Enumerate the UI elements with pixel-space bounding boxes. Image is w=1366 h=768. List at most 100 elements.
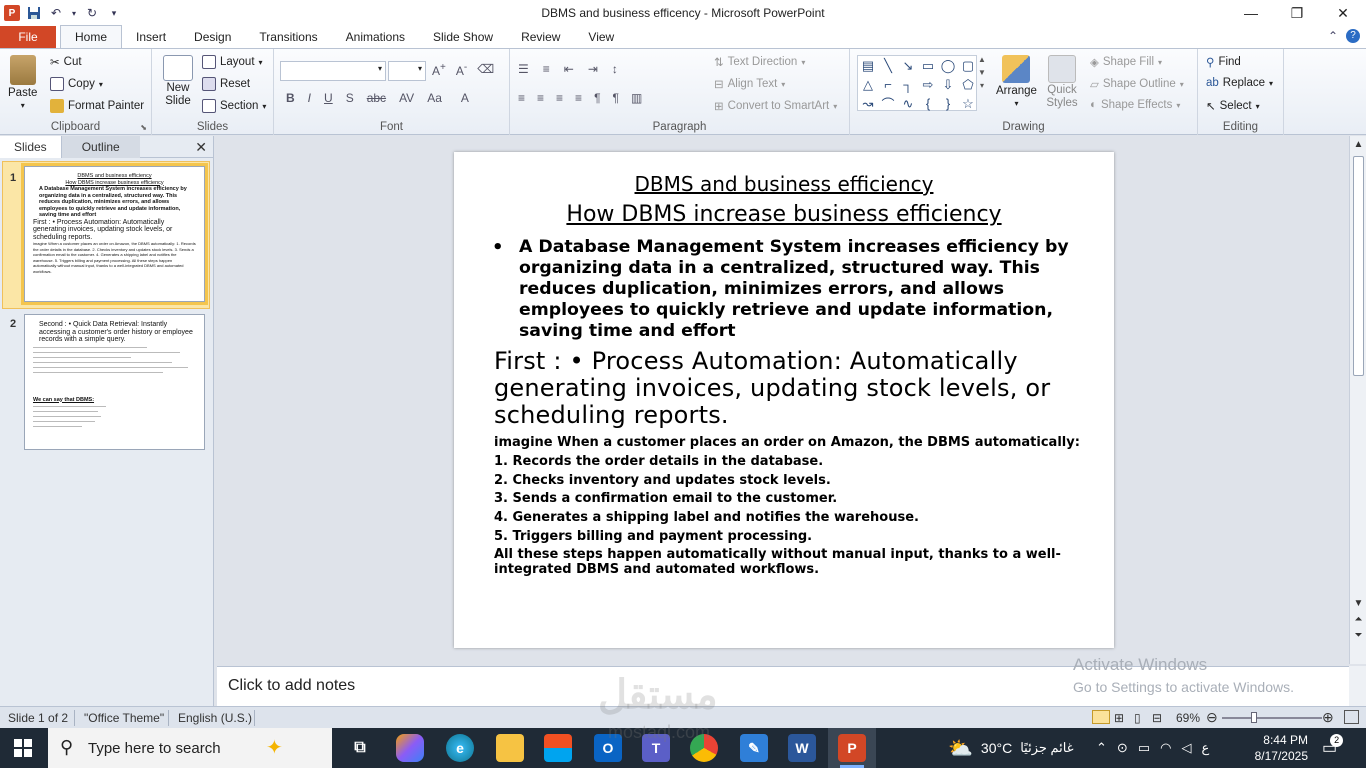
powerpoint-app-icon[interactable]: P xyxy=(4,5,20,21)
brace-left-shape-icon[interactable]: { xyxy=(918,94,938,113)
down-arrow-shape-icon[interactable]: ⇩ xyxy=(938,75,958,94)
customize-qat-icon[interactable]: ▾ xyxy=(106,5,122,21)
bold-icon[interactable]: B xyxy=(286,91,295,105)
underline-icon[interactable]: U xyxy=(324,91,333,105)
pentagon-shape-icon[interactable]: ⬠ xyxy=(958,75,978,94)
tab-outline[interactable]: Outline xyxy=(61,135,140,158)
fit-to-window-icon[interactable] xyxy=(1344,710,1359,724)
copilot-app-icon[interactable] xyxy=(396,734,424,762)
select-button[interactable]: ↖ Select ▾ xyxy=(1206,99,1260,113)
ribbon-minimize-icon[interactable]: ⌃ xyxy=(1328,29,1338,43)
shapes-gallery-more-button[interactable]: ▲ ▼ ▾ xyxy=(978,55,986,90)
shapes-gallery[interactable]: ▤ ╲ ↘ ▭ ◯ ▢ △ ⌐ ┐ ⇨ ⇩ ⬠ ↝ ⌒ ∿ { } ☆ xyxy=(857,55,978,113)
notes-placeholder[interactable]: Click to add notes xyxy=(228,677,355,695)
zoom-level[interactable]: 69% xyxy=(1176,711,1200,725)
change-case-icon[interactable]: Aa xyxy=(427,91,442,105)
chrome-icon[interactable] xyxy=(690,734,718,762)
zoom-slider-knob[interactable] xyxy=(1251,712,1257,723)
cut-button[interactable]: ✂ Cut xyxy=(50,55,82,69)
tab-home[interactable]: Home xyxy=(60,25,123,48)
windows-start-icon[interactable] xyxy=(14,739,32,757)
textbox-shape-icon[interactable]: ▤ xyxy=(858,56,878,75)
arc-shape-icon[interactable]: ⌒ xyxy=(878,94,898,113)
language-indicator[interactable]: English (U.S.) xyxy=(178,711,252,725)
normal-view-icon[interactable] xyxy=(1092,710,1110,724)
tab-transitions[interactable]: Transitions xyxy=(245,26,331,48)
teams-icon[interactable]: T xyxy=(642,734,670,762)
slide-thumbnail-2[interactable]: Second : • Quick Data Retrieval: Instant… xyxy=(24,314,205,450)
copy-button[interactable]: Copy ▾ xyxy=(50,77,103,91)
input-language[interactable]: ع xyxy=(1201,740,1209,756)
align-text-button[interactable]: ⊟ Align Text ▾ xyxy=(714,77,785,91)
justify-icon[interactable]: ≡ xyxy=(575,91,582,105)
line-spacing-icon[interactable]: ↕ xyxy=(612,62,618,76)
curve-shape-icon[interactable]: ↝ xyxy=(858,94,878,113)
increase-indent-icon[interactable]: ⇥ xyxy=(588,62,598,76)
powerpoint-taskbar-icon[interactable]: P xyxy=(838,734,866,762)
weather-temp[interactable]: 30°C xyxy=(981,740,1012,756)
numbering-icon[interactable]: ≡ xyxy=(543,62,550,76)
shape-effects-button[interactable]: ◐ Shape Effects ▾ xyxy=(1090,99,1180,111)
arrow-line-shape-icon[interactable]: ↘ xyxy=(898,56,918,75)
shape-outline-button[interactable]: ▱ Shape Outline ▾ xyxy=(1090,77,1184,91)
tab-view[interactable]: View xyxy=(574,26,628,48)
dialog-launcher-icon[interactable]: ⬊ xyxy=(140,123,147,132)
next-slide-icon[interactable]: ⏷ xyxy=(1350,630,1366,641)
shape-fill-button[interactable]: ◈ Shape Fill ▾ xyxy=(1090,55,1162,69)
wifi-icon[interactable]: ◠ xyxy=(1160,740,1171,756)
undo-dropdown-icon[interactable]: ▾ xyxy=(70,5,78,21)
task-view-icon[interactable]: ⧉ xyxy=(346,734,374,762)
save-icon[interactable] xyxy=(26,5,42,21)
microsoft-store-icon[interactable] xyxy=(544,734,572,762)
edge-icon[interactable]: e xyxy=(446,734,474,762)
paste-button[interactable]: Paste ▾ xyxy=(8,55,37,110)
undo-icon[interactable]: ↶ xyxy=(48,5,64,21)
align-center-icon[interactable]: ≡ xyxy=(537,91,544,105)
slide-thumbnail-1[interactable]: DBMS and business efficiency How DBMS in… xyxy=(21,163,208,305)
character-spacing-icon[interactable]: AV xyxy=(399,91,414,105)
right-arrow-shape-icon[interactable]: ⇨ xyxy=(918,75,938,94)
weather-icon[interactable]: ⛅ xyxy=(948,736,973,761)
align-left-icon[interactable]: ≡ xyxy=(518,91,525,105)
tab-insert[interactable]: Insert xyxy=(122,26,180,48)
help-icon[interactable]: ? xyxy=(1346,29,1360,43)
word-icon[interactable]: W xyxy=(788,734,816,762)
replace-button[interactable]: ab Replace ▾ xyxy=(1206,77,1273,89)
font-family-select[interactable]: ▾ xyxy=(280,61,386,81)
columns-icon[interactable]: ▥ xyxy=(631,91,642,105)
zoom-slider[interactable] xyxy=(1222,717,1322,719)
font-size-select[interactable]: ▾ xyxy=(388,61,426,81)
oval-shape-icon[interactable]: ◯ xyxy=(938,56,958,75)
connector-shape-icon[interactable]: ⌐ xyxy=(878,75,898,94)
align-right-icon[interactable]: ≡ xyxy=(556,91,563,105)
tab-file[interactable]: File xyxy=(0,26,56,48)
decrease-indent-icon[interactable]: ⇤ xyxy=(564,62,574,76)
close-pane-icon[interactable]: ✕ xyxy=(195,139,207,156)
maximize-button[interactable]: ❐ xyxy=(1274,0,1320,26)
strikethrough-icon[interactable]: abc xyxy=(367,91,386,105)
freeform-shape-icon[interactable]: ∿ xyxy=(898,94,918,113)
tab-slides[interactable]: Slides xyxy=(0,135,62,158)
close-button[interactable]: ✕ xyxy=(1320,0,1366,26)
slide-subtitle[interactable]: How DBMS increase business efficiency xyxy=(454,202,1114,227)
slideshow-view-icon[interactable]: ⊟ xyxy=(1152,711,1162,725)
format-painter-button[interactable]: Format Painter xyxy=(50,99,144,113)
rtl-icon[interactable]: ¶ xyxy=(613,91,619,105)
clear-formatting-icon[interactable]: ⌫ xyxy=(477,62,494,78)
scroll-down-icon[interactable]: ▼ xyxy=(1350,598,1366,609)
reset-button[interactable]: Reset xyxy=(202,77,250,91)
section-button[interactable]: Section ▾ xyxy=(202,99,266,113)
rounded-rect-shape-icon[interactable]: ▢ xyxy=(958,56,978,75)
quick-styles-button[interactable]: Quick Styles xyxy=(1044,55,1080,110)
convert-smartart-button[interactable]: ⊞ Convert to SmartArt ▾ xyxy=(714,99,837,113)
new-slide-button[interactable]: New Slide xyxy=(160,55,196,108)
star-shape-icon[interactable]: ☆ xyxy=(958,94,978,113)
text-direction-button[interactable]: ⇅ Text Direction ▾ xyxy=(714,55,805,69)
zoom-in-icon[interactable]: ⊕ xyxy=(1322,709,1334,726)
layout-button[interactable]: Layout ▾ xyxy=(202,55,263,69)
notification-icon[interactable]: ▭ 2 xyxy=(1322,734,1344,758)
find-button[interactable]: ⚲ Find xyxy=(1206,55,1241,69)
line-shape-icon[interactable]: ╲ xyxy=(878,56,898,75)
ltr-icon[interactable]: ¶ xyxy=(594,91,600,105)
outlook-icon[interactable]: O xyxy=(594,734,622,762)
